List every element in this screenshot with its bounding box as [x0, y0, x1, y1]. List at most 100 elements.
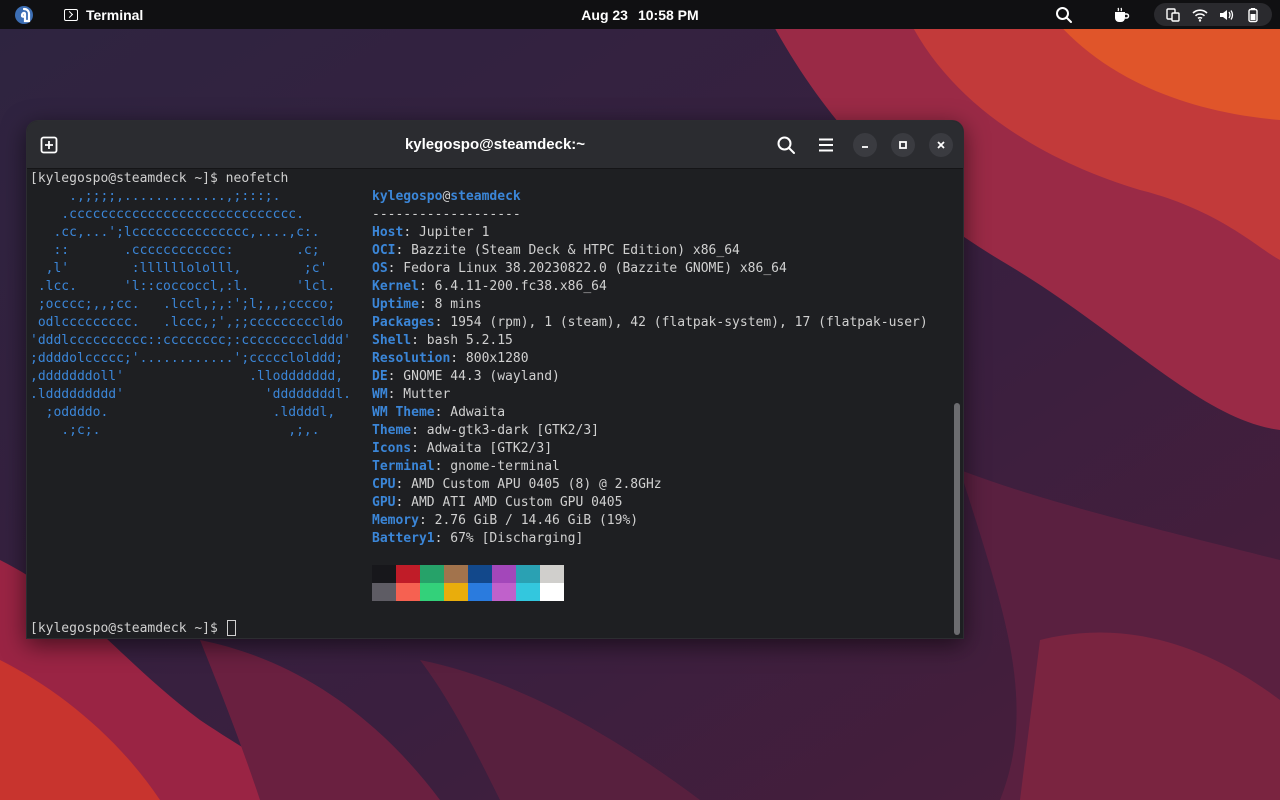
info-value: : gnome-terminal — [434, 459, 560, 474]
info-value: : Fedora Linux 38.20230822.0 (Bazzite GN… — [387, 261, 787, 276]
info-line: Packages: 1954 (rpm), 1 (steam), 42 (fla… — [372, 314, 928, 332]
info-line: CPU: AMD Custom APU 0405 (8) @ 2.8GHz — [372, 476, 662, 494]
app-menu[interactable]: Terminal — [64, 0, 143, 29]
app-menu-label: Terminal — [86, 6, 144, 23]
info-key: Packages — [372, 315, 435, 330]
close-icon — [937, 141, 945, 149]
info-value: : 6.4.11-200.fc38.x86_64 — [418, 279, 607, 294]
palette-swatch — [444, 565, 468, 583]
caffeine-icon[interactable] — [1112, 6, 1130, 24]
info-key: Host — [372, 225, 404, 240]
info-line: Icons: Adwaita [GTK2/3] — [372, 440, 552, 458]
info-line: Terminal: gnome-terminal — [372, 458, 560, 476]
palette-swatch — [468, 583, 492, 601]
info-line: DE: GNOME 44.3 (wayland) — [372, 368, 560, 386]
palette-swatch — [396, 565, 420, 583]
logo-line: .,;;;;,.............,;:::;. — [30, 189, 281, 204]
clock-date[interactable]: Aug 23 — [581, 7, 628, 23]
info-value: : AMD ATI AMD Custom GPU 0405 — [395, 495, 623, 510]
command-line: [kylegospo@steamdeck ~]$ neofetch — [30, 171, 289, 186]
palette-swatch — [420, 583, 444, 601]
info-line: WM: Mutter — [372, 386, 450, 404]
info-value: : GNOME 44.3 (wayland) — [387, 369, 560, 384]
info-value: : 8 mins — [418, 297, 482, 312]
separator-line: ------------------- — [372, 207, 521, 222]
info-line: OCI: Bazzite (Steam Deck & HTPC Edition)… — [372, 242, 740, 260]
info-key: Kernel — [372, 279, 419, 294]
info-key: OS — [372, 261, 388, 276]
system-menu[interactable] — [1154, 3, 1272, 26]
palette-swatch — [516, 565, 540, 583]
info-line: Kernel: 6.4.11-200.fc38.x86_64 — [372, 278, 607, 296]
info-value: : Bazzite (Steam Deck & HTPC Edition) x8… — [395, 243, 740, 258]
search-icon[interactable] — [776, 135, 796, 155]
palette-swatch — [420, 565, 444, 583]
top-bar: Terminal Aug 23 10:58 PM — [0, 0, 1280, 29]
terminal-icon — [64, 8, 78, 21]
logo-line: .ccccccccccccccccccccccccccccc. — [30, 207, 304, 222]
logo-line: ,l' :llllllololll, ;c' — [30, 261, 328, 276]
info-line: Shell: bash 5.2.15 — [372, 332, 513, 350]
palette-swatch — [540, 565, 564, 583]
prompt-text: [kylegospo@steamdeck ~]$ — [30, 621, 226, 636]
palette-swatch — [444, 583, 468, 601]
logo-line: .lcc. 'l::coccoccl,:l. 'lcl. — [30, 279, 336, 294]
info-value: : 1954 (rpm), 1 (steam), 42 (flatpak-sys… — [434, 315, 928, 330]
info-key: Theme — [372, 423, 412, 438]
palette-swatch — [540, 583, 564, 601]
user-name: kylegospo — [372, 189, 443, 204]
palette-swatch — [372, 565, 396, 583]
info-key: Icons — [372, 441, 412, 456]
info-value: : Adwaita — [434, 405, 506, 420]
info-value: : Mutter — [387, 387, 451, 402]
info-line: Uptime: 8 mins — [372, 296, 482, 314]
palette-swatch — [468, 565, 492, 583]
info-value: : bash 5.2.15 — [411, 333, 513, 348]
info-value: : adw-gtk3-dark [GTK2/3] — [411, 423, 599, 438]
info-key: Shell — [372, 333, 412, 348]
hamburger-menu-icon[interactable] — [817, 136, 835, 154]
info-line: WM Theme: Adwaita — [372, 404, 505, 422]
info-line: Host: Jupiter 1 — [372, 224, 489, 242]
text-cursor — [226, 620, 236, 636]
info-line: Resolution: 800x1280 — [372, 350, 529, 368]
host-name: steamdeck — [450, 189, 521, 204]
info-value: : Jupiter 1 — [403, 225, 490, 240]
logo-line: 'dddlcccccccccc::cccccccc;:ccccccccclddd… — [30, 333, 351, 348]
info-key: CPU — [372, 477, 396, 492]
scrollbar[interactable] — [954, 403, 960, 635]
info-key: DE — [372, 369, 388, 384]
search-icon[interactable] — [1055, 6, 1073, 24]
maximize-button[interactable] — [891, 133, 915, 157]
fedora-logo-icon[interactable] — [14, 5, 34, 25]
user-host-line: kylegospo@steamdeck — [372, 188, 521, 206]
terminal-window: kylegospo@steamdeck:~ [kylegospo@steamde… — [26, 120, 964, 639]
logo-line: :: .cccccccccccc: .c; — [30, 243, 320, 258]
palette-swatch — [396, 583, 420, 601]
close-button[interactable] — [929, 133, 953, 157]
logo-line: ;ddddolccccc;'............';ccccclolddd; — [30, 351, 344, 366]
info-key: OCI — [372, 243, 396, 258]
logo-line: odlccccccccc. .lccc,;',;;cccccccccldo — [30, 315, 344, 330]
info-line: Battery1: 67% [Discharging] — [372, 530, 583, 548]
palette-swatch — [516, 583, 540, 601]
battery-icon — [1248, 7, 1258, 22]
wifi-icon — [1192, 8, 1208, 22]
info-line: OS: Fedora Linux 38.20230822.0 (Bazzite … — [372, 260, 787, 278]
minimize-button[interactable] — [853, 133, 877, 157]
window-headerbar[interactable]: kylegospo@steamdeck:~ — [27, 121, 963, 169]
info-key: WM Theme — [372, 405, 435, 420]
prompt-line: [kylegospo@steamdeck ~]$ — [30, 620, 236, 638]
info-key: Battery1 — [372, 531, 435, 546]
palette-swatch — [492, 565, 516, 583]
clock-time[interactable]: 10:58 PM — [638, 7, 699, 23]
palette-swatch — [372, 583, 396, 601]
terminal-output[interactable]: [kylegospo@steamdeck ~]$ neofetch .,;;;;… — [27, 168, 963, 638]
logo-line: .lddddddddd' 'ddddddddl. — [30, 387, 351, 402]
clock: Aug 23 10:58 PM — [0, 0, 1280, 29]
color-palette — [372, 565, 564, 601]
maximize-icon — [899, 141, 907, 149]
info-value: : 2.76 GiB / 14.46 GiB (19%) — [418, 513, 639, 528]
logo-line: ;oddddo. .lddddl, — [30, 405, 336, 420]
info-key: WM — [372, 387, 388, 402]
